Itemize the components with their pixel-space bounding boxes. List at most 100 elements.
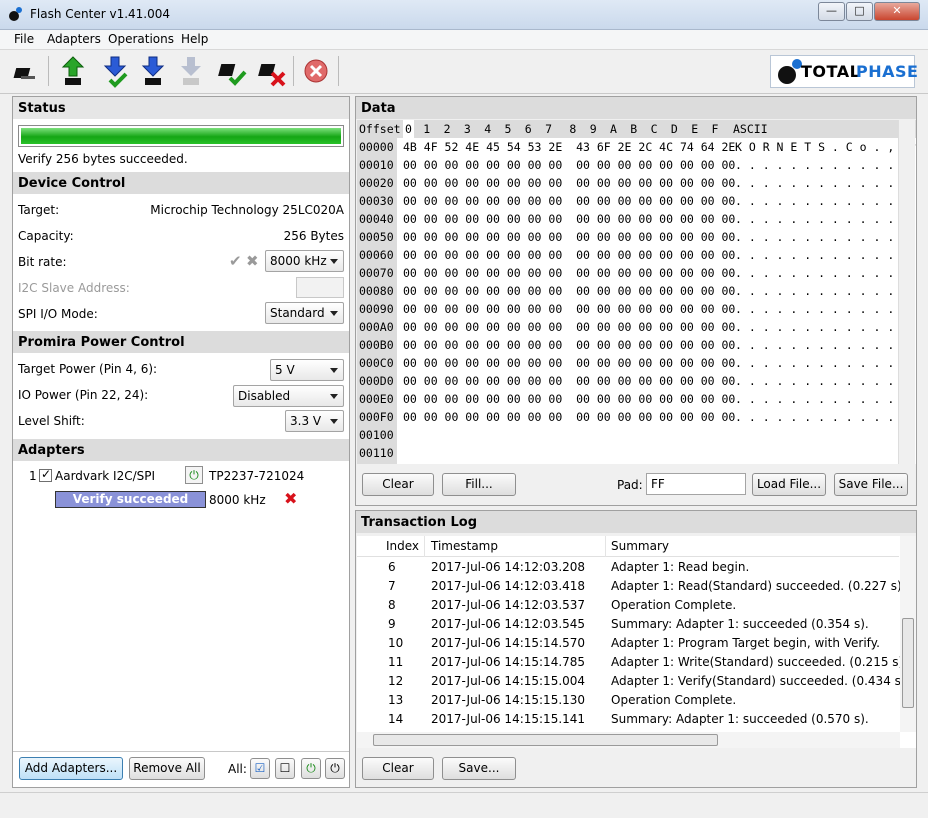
hex-bytes[interactable]: 00 00 00 00 00 00 00 00 00 00 00 00 00 0… (403, 336, 735, 354)
menu-file[interactable]: File (14, 32, 34, 46)
menu-adapters[interactable]: Adapters (47, 32, 101, 46)
verify-icon[interactable] (100, 54, 130, 88)
log-row[interactable]: 7 2017-Jul-06 14:12:03.418 Adapter 1: Read… (357, 577, 902, 596)
hex-ascii[interactable]: . . . . . . . . . . . . . . . . (735, 318, 916, 336)
menu-operations[interactable]: Operations (108, 32, 174, 46)
hex-ascii[interactable]: . . . . . . . . . . . . . . . . (735, 264, 916, 282)
target-power-dropdown[interactable]: 5 V (270, 359, 344, 381)
stop-icon[interactable] (301, 54, 331, 88)
hex-ascii[interactable]: . . . . . . . . . . . . . . . . (735, 408, 916, 426)
hex-ascii[interactable]: . . . . . . . . . . . . . . . . (735, 390, 916, 408)
log-row[interactable]: 11 2017-Jul-06 14:15:14.785 Adapter 1: Wri… (357, 653, 903, 672)
log-row[interactable]: 10 2017-Jul-06 14:15:14.570 Adapter 1: Pro… (357, 634, 897, 653)
log-row[interactable]: 8 2017-Jul-06 14:12:03.537 Operation Compl… (357, 596, 897, 615)
remove-all-button[interactable]: Remove All (129, 757, 205, 780)
log-row[interactable]: 12 2017-Jul-06 14:15:15.004 Adapter 1: Ver… (357, 672, 906, 691)
bitrate-dropdown[interactable]: 8000 kHz (265, 250, 344, 272)
hex-bytes[interactable]: 00 00 00 00 00 00 00 00 00 00 00 00 00 0… (403, 282, 735, 300)
hex-ascii[interactable]: . . . . . . . . . . . . . . . . (735, 228, 916, 246)
add-adapters-button[interactable]: Add Adapters... (19, 757, 123, 780)
hex-ascii[interactable]: . . . . . . . . . . . . . . . . (735, 282, 916, 300)
erase-chip-icon[interactable] (12, 54, 42, 88)
level-shift-dropdown[interactable]: 3.3 V (285, 410, 344, 432)
hex-bytes[interactable]: 00 00 00 00 00 00 00 00 00 00 00 00 00 0… (403, 408, 735, 426)
read-icon[interactable] (138, 54, 168, 88)
hex-bytes[interactable]: 00 00 00 00 00 00 00 00 00 00 00 00 00 0… (403, 246, 735, 264)
device-control-header: Device Control (13, 172, 349, 194)
hex-ascii[interactable]: . . . . . . . . . . . . . . . . (735, 210, 916, 228)
hex-bytes[interactable]: 00 00 00 00 00 00 00 00 00 00 00 00 00 0… (403, 264, 735, 282)
pad-input[interactable]: FF (646, 473, 746, 495)
log-clear-button[interactable]: Clear (362, 757, 434, 780)
hex-col-header: 2 (443, 122, 451, 136)
hex-col-header: B (630, 122, 638, 136)
left-panel: Status Verify 256 bytes succeeded. Devic… (12, 96, 350, 788)
adapter-remove-icon[interactable]: ✖ (284, 489, 297, 508)
hex-editor[interactable]: Offset 01234567 89ABCDEF ASCII 00000 4B 4F… (357, 120, 916, 464)
adapter-power-button[interactable]: ⏻ (185, 466, 203, 484)
hex-ascii[interactable]: K O R N E T S . C o . , L t d . (735, 138, 916, 156)
add-adapter-icon[interactable] (218, 54, 248, 88)
save-file-button[interactable]: Save File... (834, 473, 908, 496)
io-power-dropdown[interactable]: Disabled (233, 385, 344, 407)
remove-adapter-icon[interactable] (258, 54, 288, 88)
hex-bytes[interactable]: 00 00 00 00 00 00 00 00 00 00 00 00 00 0… (403, 156, 735, 174)
hex-bytes[interactable]: 00 00 00 00 00 00 00 00 00 00 00 00 00 0… (403, 174, 735, 192)
col-summary[interactable]: Summary (611, 539, 669, 553)
logo-text-total: TOTAL (801, 62, 861, 81)
col-timestamp[interactable]: Timestamp (431, 539, 498, 553)
power-off-all-icon[interactable]: ⏻ (325, 758, 345, 779)
adapter-serial: TP2237-721024 (209, 469, 305, 483)
col-index[interactable]: Index (386, 539, 419, 553)
title-bar: Flash Center v1.41.004 — □ ✕ (0, 0, 928, 30)
hex-bytes[interactable]: 4B 4F 52 4E 45 54 53 2E 43 6F 2E 2C 4C 7… (403, 138, 735, 156)
hex-bytes[interactable]: 00 00 00 00 00 00 00 00 00 00 00 00 00 0… (403, 228, 735, 246)
hex-ascii[interactable]: . . . . . . . . . . . . . . . . (735, 246, 916, 264)
adapter-checkbox[interactable]: ✓ (39, 467, 52, 482)
maximize-button[interactable]: □ (846, 2, 873, 21)
log-horizontal-scrollbar[interactable] (357, 732, 900, 748)
level-shift-label: Level Shift: (18, 414, 85, 428)
target-value[interactable]: Microchip Technology 25LC020A (150, 203, 344, 217)
log-row[interactable]: 6 2017-Jul-06 14:12:03.208 Adapter 1: Read… (357, 558, 897, 577)
hex-bytes[interactable]: 00 00 00 00 00 00 00 00 00 00 00 00 00 0… (403, 210, 735, 228)
data-clear-button[interactable]: Clear (362, 473, 434, 496)
status-progress-bar (18, 125, 344, 147)
hex-ascii[interactable]: . . . . . . . . . . . . . . . . (735, 192, 916, 210)
power-on-all-icon[interactable]: ⏻ (301, 758, 321, 779)
i2c-address-label: I2C Slave Address: (18, 281, 130, 295)
i2c-address-input[interactable] (296, 277, 344, 298)
hex-ascii[interactable]: . . . . . . . . . . . . . . . . (735, 336, 916, 354)
menu-help[interactable]: Help (181, 32, 208, 46)
bitrate-x-icon[interactable]: ✖ (246, 252, 259, 270)
hex-ascii[interactable]: . . . . . . . . . . . . . . . . (735, 174, 916, 192)
bitrate-check-icon[interactable]: ✔ (229, 252, 242, 270)
close-button[interactable]: ✕ (874, 2, 920, 21)
log-row[interactable]: 13 2017-Jul-06 14:15:15.130 Operation Comp… (357, 691, 897, 710)
hex-bytes[interactable]: 00 00 00 00 00 00 00 00 00 00 00 00 00 0… (403, 300, 735, 318)
log-row[interactable]: 14 2017-Jul-06 14:15:15.141 Summary: Adapt… (357, 710, 897, 729)
fill-button[interactable]: Fill... (442, 473, 516, 496)
program-icon[interactable] (58, 54, 88, 88)
log-vertical-scrollbar[interactable] (900, 536, 916, 732)
hex-ascii[interactable]: . . . . . . . . . . . . . . . . (735, 354, 916, 372)
log-row[interactable]: 9 2017-Jul-06 14:12:03.545 Summary: Adapte… (357, 615, 897, 634)
deselect-all-icon[interactable]: ☐ (275, 758, 295, 779)
hex-ascii[interactable]: . . . . . . . . . . . . . . . . (735, 156, 916, 174)
log-index: 14 (388, 712, 404, 726)
minimize-button[interactable]: — (818, 2, 845, 21)
load-file-button[interactable]: Load File... (752, 473, 826, 496)
hex-bytes[interactable]: 00 00 00 00 00 00 00 00 00 00 00 00 00 0… (403, 318, 735, 336)
spi-mode-dropdown[interactable]: Standard (265, 302, 344, 324)
hex-scrollbar[interactable] (898, 120, 915, 464)
hex-ascii[interactable]: . . . . . . . . . . . . . . . . (735, 300, 916, 318)
log-save-button[interactable]: Save... (442, 757, 516, 780)
hex-bytes[interactable]: 00 00 00 00 00 00 00 00 00 00 00 00 00 0… (403, 354, 735, 372)
hex-bytes[interactable]: 00 00 00 00 00 00 00 00 00 00 00 00 00 0… (403, 390, 735, 408)
io-power-label: IO Power (Pin 22, 24): (18, 388, 149, 402)
hex-ascii[interactable]: . . . . . . . . . . . . . . . . (735, 372, 916, 390)
hex-bytes[interactable]: 00 00 00 00 00 00 00 00 00 00 00 00 00 0… (403, 372, 735, 390)
hex-offset: 00010 (359, 158, 394, 172)
select-all-icon[interactable]: ☑ (250, 758, 270, 779)
hex-bytes[interactable]: 00 00 00 00 00 00 00 00 00 00 00 00 00 0… (403, 192, 735, 210)
